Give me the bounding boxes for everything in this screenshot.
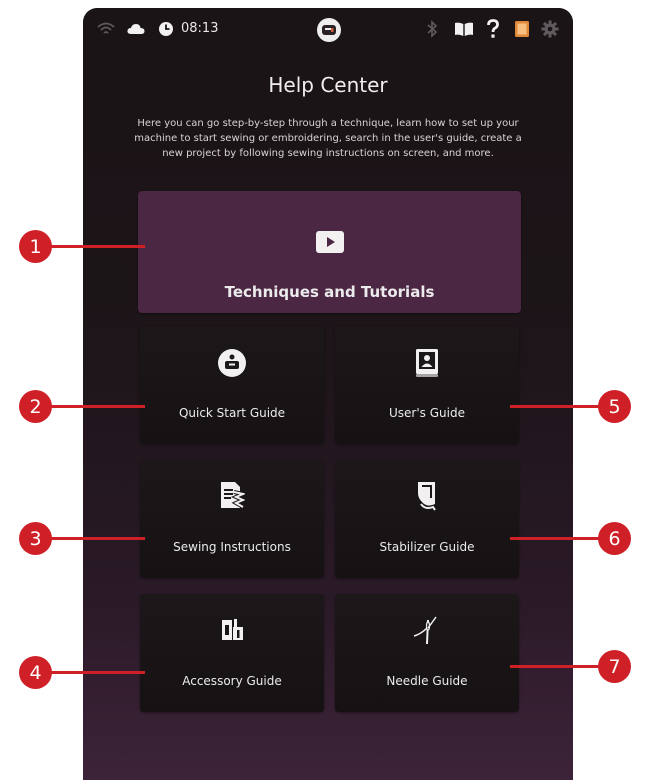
callout-badge-7: 7 <box>598 650 631 683</box>
callout-badge-2: 2 <box>19 390 52 423</box>
sewing-machine-icon <box>140 348 324 378</box>
cloud-icon[interactable] <box>127 23 145 35</box>
help-icon[interactable] <box>486 18 500 40</box>
embroidery-icon[interactable] <box>514 20 530 38</box>
accessory-icon <box>140 616 324 644</box>
sewing-instructions-label: Sewing Instructions <box>173 540 291 554</box>
callout-badge-3: 3 <box>19 522 52 555</box>
help-center-figure: 08:13 Help Center Here you can go step-b… <box>0 0 645 780</box>
quick-start-guide-label: Quick Start Guide <box>178 406 286 420</box>
callout-line-7 <box>510 665 610 668</box>
callout-line-1 <box>45 245 145 248</box>
device-screen: 08:13 Help Center Here you can go step-b… <box>83 8 573 780</box>
needle-icon <box>335 614 519 646</box>
accessory-guide-label: Accessory Guide <box>182 674 282 688</box>
users-guide-book-icon <box>335 348 519 378</box>
accessory-guide-tile[interactable]: Accessory Guide <box>140 594 324 712</box>
quick-start-guide-tile[interactable]: Quick Start Guide <box>140 326 324 444</box>
callout-badge-6: 6 <box>598 522 631 555</box>
users-guide-label: User's Guide <box>389 406 465 420</box>
sewing-instructions-icon <box>140 480 324 512</box>
callout-line-4 <box>45 671 145 674</box>
callout-line-2 <box>45 405 145 408</box>
techniques-tutorials-tile[interactable]: Techniques and Tutorials <box>138 191 521 313</box>
stabilizer-icon <box>335 480 519 512</box>
stabilizer-guide-tile[interactable]: Stabilizer Guide <box>335 460 519 578</box>
status-bar: 08:13 <box>83 8 573 52</box>
callout-badge-1: 1 <box>19 230 52 263</box>
callout-line-5 <box>510 405 610 408</box>
stabilizer-guide-label: Stabilizer Guide <box>379 540 475 554</box>
machine-icon[interactable] <box>317 18 341 42</box>
callout-badge-4: 4 <box>19 656 52 689</box>
techniques-tutorials-label: Techniques and Tutorials <box>224 283 435 301</box>
callout-badge-5: 5 <box>598 390 631 423</box>
sewing-instructions-tile[interactable]: Sewing Instructions <box>140 460 324 578</box>
status-time: 08:13 <box>181 21 219 36</box>
play-icon <box>138 231 521 253</box>
callout-line-6 <box>510 537 610 540</box>
wifi-icon[interactable] <box>97 21 115 37</box>
clock-icon <box>158 21 174 37</box>
needle-guide-label: Needle Guide <box>386 674 468 688</box>
users-guide-tile[interactable]: User's Guide <box>335 326 519 444</box>
callout-line-3 <box>45 537 145 540</box>
needle-guide-tile[interactable]: Needle Guide <box>335 594 519 712</box>
settings-icon[interactable] <box>541 20 559 38</box>
page-title: Help Center <box>268 73 388 97</box>
page-description: Here you can go step-by-step through a t… <box>134 118 522 159</box>
book-icon[interactable] <box>454 21 474 37</box>
bluetooth-icon[interactable] <box>425 20 439 38</box>
